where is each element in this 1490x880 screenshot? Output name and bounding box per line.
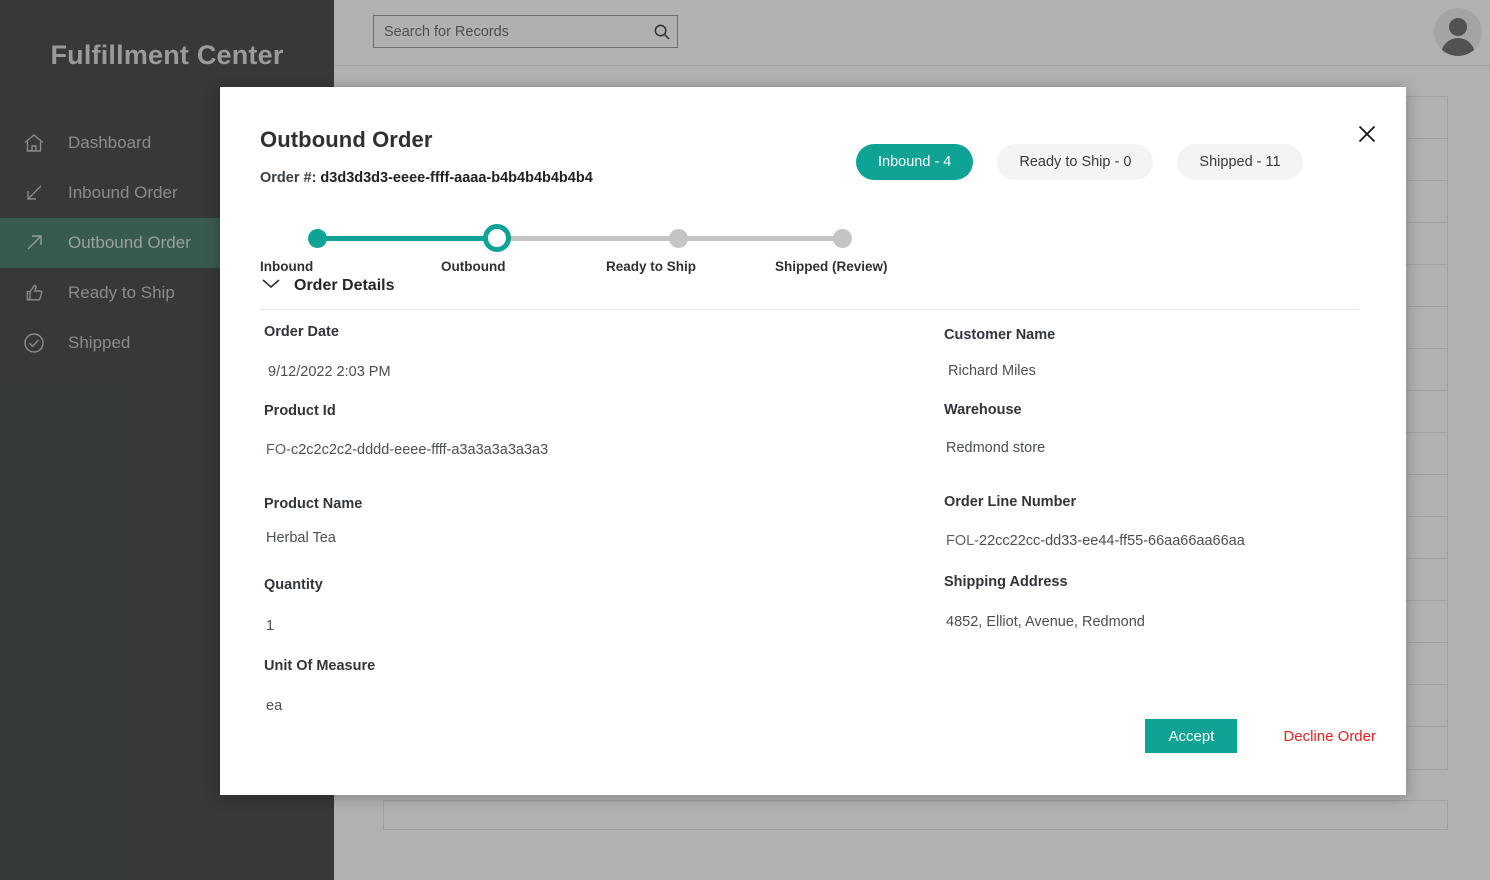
- dialog-actions: Accept Decline Order: [1145, 719, 1376, 753]
- status-pill-group: Inbound - 4 Ready to Ship - 0 Shipped - …: [856, 144, 1303, 180]
- order-number: Order #: d3d3d3d3-eeee-ffff-aaaa-b4b4b4b4…: [260, 170, 593, 186]
- product-id-label: Product Id: [264, 403, 336, 419]
- outbound-order-dialog: Outbound Order Order #: d3d3d3d3-eeee-fff…: [220, 87, 1406, 795]
- order-line-number-label: Order Line Number: [944, 494, 1077, 510]
- stepper-label-inbound: Inbound: [260, 259, 314, 274]
- order-details-caption: Order Details: [294, 276, 395, 294]
- shipping-address-value: 4852, Elliot, Avenue, Redmond: [946, 614, 1145, 630]
- order-details-toggle[interactable]: Order Details: [260, 276, 394, 295]
- stepper-dot-inbound[interactable]: [308, 229, 327, 248]
- product-name-label: Product Name: [264, 496, 363, 512]
- customer-name-label: Customer Name: [944, 327, 1056, 343]
- order-line-number-value: FOL-22cc22cc-dd33-ee44-ff55-66aa66aa66aa: [944, 533, 1245, 549]
- status-pill-inbound[interactable]: Inbound - 4: [856, 144, 974, 180]
- order-number-label: Order #:: [260, 170, 317, 186]
- order-number-value: d3d3d3d3-eeee-ffff-aaaa-b4b4b4b4b4b4: [320, 170, 593, 186]
- status-pill-shipped[interactable]: Shipped - 11: [1177, 144, 1303, 180]
- quantity-value: 1: [266, 618, 275, 634]
- order-date-value: 9/12/2022 2:03 PM: [268, 364, 391, 380]
- warehouse-value: Redmond store: [946, 440, 1046, 456]
- order-date-label: Order Date: [264, 324, 339, 340]
- customer-name-value: Richard Miles: [948, 363, 1036, 379]
- stepper-label-shipped: Shipped (Review): [775, 259, 888, 274]
- status-pill-ready-to-ship[interactable]: Ready to Ship - 0: [997, 144, 1154, 180]
- decline-order-button[interactable]: Decline Order: [1283, 728, 1376, 745]
- app-root: Fulfillment Center Dashboard Inbound Ord…: [0, 0, 1490, 880]
- product-id-guid: c2c2c2c2-dddd-eeee-ffff-a3a3a3a3a3a3: [290, 442, 549, 458]
- chevron-down-icon: [260, 276, 282, 295]
- stepper-dot-ready-to-ship[interactable]: [669, 229, 688, 248]
- stepper-dot-shipped[interactable]: [833, 229, 852, 248]
- stepper-label-ready-to-ship: Ready to Ship: [606, 259, 697, 274]
- unit-of-measure-value: ea: [266, 698, 283, 714]
- order-progress-stepper: Inbound Outbound Ready to Ship Shipped (…: [260, 217, 888, 277]
- warehouse-label: Warehouse: [944, 402, 1022, 418]
- order-line-number-guid: 22cc22cc-dd33-ee44-ff55-66aa66aa66aa: [979, 533, 1245, 549]
- dialog-title: Outbound Order: [260, 127, 433, 152]
- stepper-track-completed: [316, 236, 496, 241]
- stepper-dot-outbound[interactable]: [483, 224, 511, 252]
- accept-button[interactable]: Accept: [1145, 719, 1238, 753]
- close-icon: [1356, 123, 1378, 148]
- product-id-value: FO-c2c2c2c2-dddd-eeee-ffff-a3a3a3a3a3a3: [264, 442, 548, 458]
- section-divider: [260, 309, 1358, 310]
- unit-of-measure-label: Unit Of Measure: [264, 658, 376, 674]
- quantity-label: Quantity: [264, 577, 323, 593]
- order-line-number-prefix: FOL-: [946, 533, 980, 549]
- product-id-prefix: FO-: [266, 442, 291, 458]
- stepper-label-outbound: Outbound: [441, 259, 506, 274]
- close-button[interactable]: [1352, 120, 1382, 150]
- product-name-value: Herbal Tea: [266, 530, 336, 546]
- shipping-address-label: Shipping Address: [944, 574, 1068, 590]
